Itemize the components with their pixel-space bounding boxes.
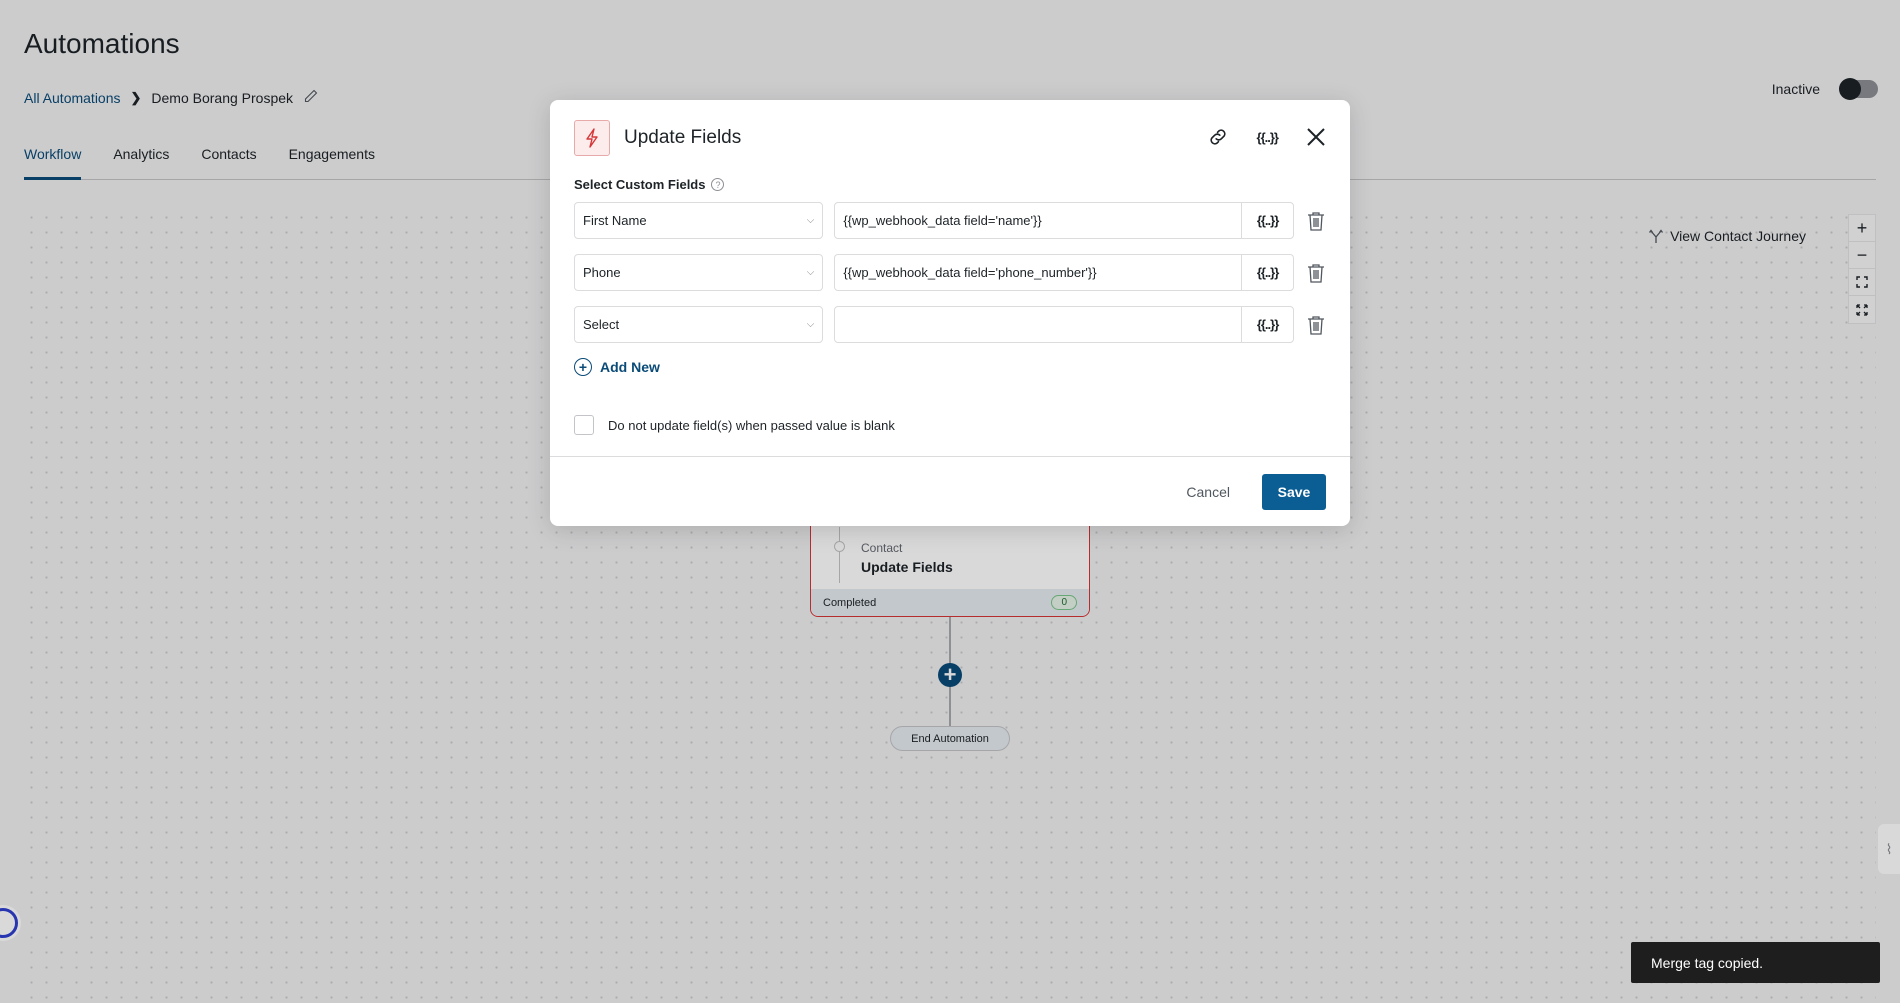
trash-icon[interactable] xyxy=(1306,314,1326,336)
link-icon[interactable] xyxy=(1207,126,1229,148)
field-select[interactable]: First Name ⌵ xyxy=(574,202,824,239)
field-row: Select ⌵ {{..}} xyxy=(574,306,1326,343)
section-label: Select Custom Fields ? xyxy=(574,177,725,192)
merge-tag-button[interactable]: {{..}} xyxy=(1241,307,1293,342)
chevron-down-icon: ⌵ xyxy=(806,215,815,226)
field-select[interactable]: Select ⌵ xyxy=(574,306,824,343)
plus-circle-icon: + xyxy=(574,358,592,376)
field-value-input[interactable] xyxy=(835,255,1242,290)
field-select[interactable]: Phone ⌵ xyxy=(574,254,824,291)
save-button[interactable]: Save xyxy=(1262,474,1326,510)
trash-icon[interactable] xyxy=(1306,262,1326,284)
skip-blank-option: Do not update field(s) when passed value… xyxy=(574,415,895,435)
toast-notification: Merge tag copied. xyxy=(1631,942,1880,983)
skip-blank-checkbox[interactable] xyxy=(574,415,594,435)
add-new-button[interactable]: + Add New xyxy=(574,358,660,376)
trash-icon[interactable] xyxy=(1306,210,1326,232)
update-fields-modal: Update Fields {{..}} Select Custom Field… xyxy=(550,100,1350,526)
help-icon[interactable]: ? xyxy=(711,178,725,191)
modal-actions: {{..}} xyxy=(1207,126,1326,148)
modal-title: Update Fields xyxy=(624,127,742,148)
chevron-down-icon: ⌵ xyxy=(806,267,815,278)
field-value-input[interactable] xyxy=(835,307,1242,342)
field-row: Phone⌵ {{..}} xyxy=(574,254,1326,291)
cancel-button[interactable]: Cancel xyxy=(1186,484,1230,500)
field-row: First Name⌵ {{..}} xyxy=(574,202,1326,239)
modal-footer: Cancel Save xyxy=(1186,474,1326,510)
merge-tag-icon[interactable]: {{..}} xyxy=(1257,130,1279,145)
lightning-icon xyxy=(574,120,610,156)
modal-divider xyxy=(550,456,1350,457)
field-value-input[interactable] xyxy=(835,203,1242,238)
chevron-down-icon: ⌵ xyxy=(806,319,815,330)
merge-tag-button[interactable]: {{..}} xyxy=(1241,203,1293,238)
skip-blank-label: Do not update field(s) when passed value… xyxy=(608,417,895,433)
close-icon[interactable] xyxy=(1306,127,1326,147)
merge-tag-button[interactable]: {{..}} xyxy=(1241,255,1293,290)
